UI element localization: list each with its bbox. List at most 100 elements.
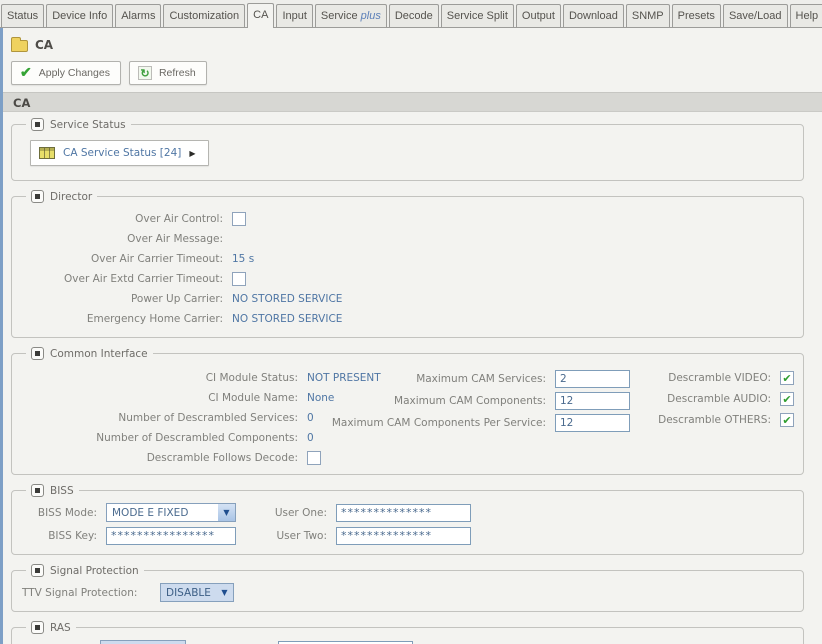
collapse-icon[interactable]: [31, 347, 44, 360]
tab-customization[interactable]: Customization: [163, 4, 246, 27]
ci-module-name-label: CI Module Name:: [208, 391, 298, 404]
tab-decode[interactable]: Decode: [388, 4, 439, 27]
emergency-home-carrier-row: Emergency Home Carrier: NO STORED SERVIC…: [20, 309, 795, 328]
tab-input[interactable]: Input: [276, 4, 313, 27]
user-one-input[interactable]: [336, 503, 471, 522]
descrambled-services-label: Number of Descrambled Services:: [118, 411, 298, 424]
descramble-follows-decode-checkbox[interactable]: [307, 450, 321, 465]
service-status-fieldset: Service Status CA Service Status [24]: [11, 118, 804, 181]
director-legend: Director: [26, 190, 97, 203]
ras-mode-select[interactable]: DSNG KEY: [100, 640, 186, 644]
descramble-video-checkbox[interactable]: [780, 371, 794, 385]
ras-legend-label: RAS: [50, 621, 71, 634]
tab-download[interactable]: Download: [562, 4, 624, 27]
over-air-carrier-timeout-label: Over Air Carrier Timeout:: [90, 252, 223, 265]
descramble-follows-decode-row: Descramble Follows Decode:: [22, 448, 394, 467]
ca-service-status-button[interactable]: CA Service Status [24]: [30, 140, 209, 166]
common-interface-legend-label: Common Interface: [50, 347, 148, 360]
ttv-signal-protection-value: DISABLE: [166, 586, 211, 599]
max-cam-components-label: Maximum CAM Components:: [394, 394, 546, 407]
tab-help[interactable]: Help: [789, 4, 822, 27]
collapse-icon[interactable]: [31, 621, 44, 634]
over-air-control-row: Over Air Control:: [20, 209, 795, 228]
ras-legend: RAS: [26, 621, 76, 634]
tab-service-split[interactable]: Service Split: [440, 4, 514, 27]
descramble-follows-decode-label: Descramble Follows Decode:: [146, 451, 298, 464]
tab-status[interactable]: Status: [1, 4, 45, 27]
max-cam-components-row: Maximum CAM Components:: [328, 390, 630, 411]
signal-protection-legend-label: Signal Protection: [50, 564, 139, 577]
page-title: CA: [35, 37, 54, 52]
tab-snmp[interactable]: SNMP: [625, 4, 670, 27]
collapse-icon[interactable]: [31, 564, 44, 577]
over-air-carrier-timeout-value: 15 s: [232, 252, 255, 265]
chevron-down-icon: [218, 504, 235, 521]
over-air-control-label: Over Air Control:: [135, 212, 223, 225]
user-one-label: User One:: [274, 506, 327, 519]
biss-row-1: BISS Mode: MODE E FIXED User One:: [20, 503, 795, 522]
user-two-label: User Two:: [276, 529, 328, 542]
descramble-video-label: Descramble VIDEO:: [668, 372, 771, 384]
service-status-legend: Service Status: [26, 118, 131, 131]
emergency-home-carrier-value: NO STORED SERVICE: [232, 312, 343, 325]
tab-service-plus[interactable]: Service plus: [314, 4, 387, 27]
over-air-extd-carrier-timeout-checkbox[interactable]: [232, 271, 246, 286]
over-air-extd-carrier-timeout-label: Over Air Extd Carrier Timeout:: [64, 272, 223, 285]
descramble-audio-label: Descramble AUDIO:: [667, 393, 771, 405]
biss-mode-select[interactable]: MODE E FIXED: [106, 503, 236, 522]
signal-protection-legend: Signal Protection: [26, 564, 144, 577]
over-air-control-checkbox[interactable]: [232, 211, 246, 226]
over-air-message-row: Over Air Message:: [20, 229, 795, 248]
service-status-legend-label: Service Status: [50, 118, 126, 131]
tab-alarms[interactable]: Alarms: [115, 4, 162, 27]
tab-service-plus-label: Service: [320, 10, 358, 22]
over-air-message-label: Over Air Message:: [127, 232, 223, 245]
refresh-button[interactable]: Refresh: [128, 61, 207, 85]
tab-output[interactable]: Output: [515, 4, 561, 27]
form-area: Service Status CA Service Status [24] Di…: [3, 112, 822, 644]
biss-key-input[interactable]: [106, 526, 236, 545]
max-cam-components-per-service-row: Maximum CAM Components Per Service:: [328, 412, 630, 433]
dsng-key-input[interactable]: [278, 640, 413, 644]
ttv-signal-protection-label: TTV Signal Protection:: [22, 586, 138, 599]
user-two-input[interactable]: [336, 526, 471, 545]
tab-ca[interactable]: CA: [247, 3, 275, 28]
tab-presets[interactable]: Presets: [671, 4, 721, 27]
max-cam-components-per-service-input[interactable]: [555, 413, 630, 432]
power-up-carrier-label: Power Up Carrier:: [130, 292, 223, 305]
folder-icon: [11, 37, 28, 52]
collapse-icon[interactable]: [31, 118, 44, 131]
ci-descramble-column: Descramble VIDEO: Descramble AUDIO: Desc…: [648, 367, 794, 431]
table-icon: [39, 147, 55, 159]
max-cam-components-input[interactable]: [555, 391, 630, 410]
ttv-signal-protection-select[interactable]: DISABLE: [160, 583, 234, 602]
max-cam-components-per-service-label: Maximum CAM Components Per Service:: [331, 416, 546, 429]
ca-service-status-label: CA Service Status [24]: [63, 147, 182, 159]
collapse-icon[interactable]: [31, 484, 44, 497]
ras-row: RAS mode: DSNG KEY DSNG Key:: [20, 640, 795, 644]
max-cam-services-input[interactable]: [555, 369, 630, 388]
descrambled-components-label: Number of Descrambled Components:: [96, 431, 298, 444]
biss-mode-label: BISS Mode:: [37, 506, 97, 519]
refresh-icon: [137, 66, 152, 80]
apply-changes-label: Apply Changes: [38, 67, 110, 79]
descramble-video-row: Descramble VIDEO:: [648, 368, 794, 388]
descramble-audio-checkbox[interactable]: [780, 392, 794, 406]
play-arrow-icon: [189, 147, 195, 159]
descrambled-components-value: 0: [307, 431, 314, 444]
descramble-others-label: Descramble OTHERS:: [658, 414, 771, 426]
descramble-others-checkbox[interactable]: [780, 413, 794, 427]
ttv-signal-protection-row: TTV Signal Protection: DISABLE: [20, 583, 795, 602]
tab-save-load[interactable]: Save/Load: [722, 4, 788, 27]
ci-module-status-label: CI Module Status:: [205, 371, 298, 384]
descrambled-services-value: 0: [307, 411, 314, 424]
apply-changes-button[interactable]: Apply Changes: [11, 61, 121, 85]
director-legend-label: Director: [50, 190, 93, 203]
biss-row-2: BISS Key: User Two:: [20, 526, 795, 545]
tab-device-info[interactable]: Device Info: [46, 4, 114, 27]
biss-key-label: BISS Key:: [48, 529, 97, 542]
check-icon: [20, 66, 32, 80]
collapse-icon[interactable]: [31, 190, 44, 203]
biss-legend: BISS: [26, 484, 79, 497]
biss-fieldset: BISS BISS Mode: MODE E FIXED User One: B…: [11, 484, 804, 555]
